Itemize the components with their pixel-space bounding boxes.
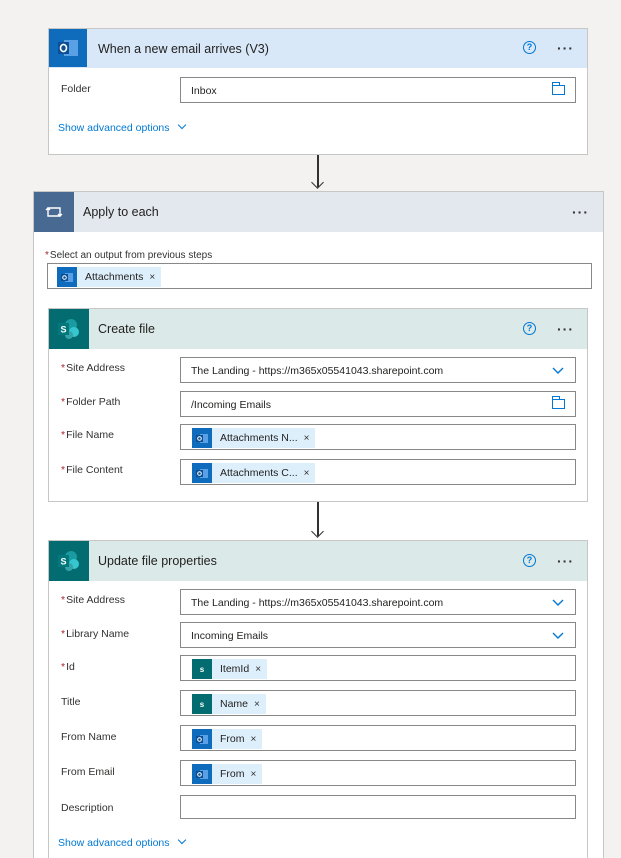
update-file-title: Update file properties [98,554,217,568]
site-address-value: The Landing - https://m365x05541043.shar… [191,365,444,377]
outlook-icon [192,729,212,749]
folder-picker-icon[interactable] [552,82,565,95]
connector-arrow-icon [311,176,324,189]
file-name-token[interactable]: Attachments N... × [192,428,316,448]
title-label: Title [61,696,81,708]
select-output-label: *Select an output from previous steps [45,250,213,261]
token-label: Attachments N... [220,432,298,444]
site-address-dropdown[interactable]: The Landing - https://m365x05541043.shar… [180,357,576,383]
folder-path-field[interactable]: /Incoming Emails [180,391,576,417]
folder-label: Folder [61,83,91,95]
remove-token-icon[interactable]: × [304,433,310,444]
title-field[interactable]: s Name × [180,690,576,716]
remove-token-icon[interactable]: × [254,699,260,710]
sharepoint-icon: S [49,541,89,581]
folder-value: Inbox [191,85,217,97]
id-field[interactable]: s ItemId × [180,655,576,681]
file-content-label: *File Content [61,464,123,476]
apply-to-each-header[interactable]: Apply to each ··· [34,192,603,232]
update-file-header[interactable]: S Update file properties ? ··· [49,541,587,581]
remove-token-icon[interactable]: × [251,769,257,780]
from-email-field[interactable]: From × [180,760,576,786]
update-file-card: S Update file properties ? ··· *Site Add… [48,540,588,858]
help-icon[interactable]: ? [523,554,536,567]
library-name-value: Incoming Emails [191,630,269,642]
remove-token-icon[interactable]: × [255,664,261,675]
more-options-icon[interactable]: ··· [572,205,589,219]
show-advanced-options-link[interactable]: Show advanced options [58,120,186,134]
attachments-token[interactable]: Attachments × [57,267,162,287]
svg-text:S: S [60,557,66,567]
advanced-label: Show advanced options [58,837,170,849]
sharepoint-icon: S [49,309,89,349]
from-token[interactable]: From × [192,764,263,784]
site-address-label: *Site Address [61,362,126,374]
library-name-label: *Library Name [61,628,130,640]
site-address-dropdown[interactable]: The Landing - https://m365x05541043.shar… [180,589,576,615]
token-label: Attachments [85,271,144,283]
remove-token-icon[interactable]: × [149,272,155,283]
apply-to-each-title: Apply to each [83,205,159,219]
chevron-down-icon [552,632,564,639]
show-advanced-options-link[interactable]: Show advanced options [58,835,186,849]
id-label: *Id [61,661,75,673]
more-options-icon[interactable]: ··· [557,554,574,568]
library-name-dropdown[interactable]: Incoming Emails [180,622,576,648]
create-file-header[interactable]: S Create file ? ··· [49,309,587,349]
help-icon[interactable]: ? [523,41,536,54]
file-name-field[interactable]: Attachments N... × [180,424,576,450]
outlook-icon [192,764,212,784]
outlook-icon [192,463,212,483]
remove-token-icon[interactable]: × [304,468,310,479]
file-name-label: *File Name [61,429,114,441]
loop-icon [34,192,74,232]
chevron-down-icon [177,835,186,845]
more-options-icon[interactable]: ··· [557,322,574,336]
chevron-down-icon [177,120,186,130]
sharepoint-icon: s [192,659,212,679]
create-file-card: S Create file ? ··· *Site Address The La… [48,308,588,502]
outlook-icon [57,267,77,287]
file-content-token[interactable]: Attachments C... × [192,463,316,483]
description-field[interactable] [180,795,576,819]
outlook-icon [192,428,212,448]
outlook-icon [49,29,87,67]
chevron-down-icon [552,367,564,374]
more-options-icon[interactable]: ··· [557,41,574,55]
advanced-label: Show advanced options [58,122,170,134]
trigger-title: When a new email arrives (V3) [98,41,269,56]
from-email-label: From Email [61,766,115,778]
itemid-token[interactable]: s ItemId × [192,659,268,679]
chevron-down-icon [552,599,564,606]
trigger-header[interactable]: When a new email arrives (V3) ? ··· [49,29,587,68]
folder-path-label: *Folder Path [61,396,121,408]
select-output-field[interactable]: Attachments × [47,263,592,289]
from-name-field[interactable]: From × [180,725,576,751]
token-label: Name [220,698,249,710]
from-name-label: From Name [61,731,117,743]
sharepoint-icon: s [192,694,212,714]
site-address-label: *Site Address [61,594,126,606]
from-token[interactable]: From × [192,729,263,749]
folder-field[interactable]: Inbox [180,77,576,103]
help-icon[interactable]: ? [523,322,536,335]
svg-text:S: S [60,325,66,335]
remove-token-icon[interactable]: × [251,734,257,745]
token-label: ItemId [220,663,250,675]
description-label: Description [61,802,114,814]
name-token[interactable]: s Name × [192,694,266,714]
trigger-card: When a new email arrives (V3) ? ··· Fold… [48,28,588,155]
create-file-title: Create file [98,322,155,336]
folder-picker-icon[interactable] [552,396,565,409]
token-label: Attachments C... [220,467,298,479]
site-address-value: The Landing - https://m365x05541043.shar… [191,597,444,609]
file-content-field[interactable]: Attachments C... × [180,459,576,485]
folder-path-value: /Incoming Emails [191,399,271,411]
token-label: From [220,768,245,780]
token-label: From [220,733,245,745]
